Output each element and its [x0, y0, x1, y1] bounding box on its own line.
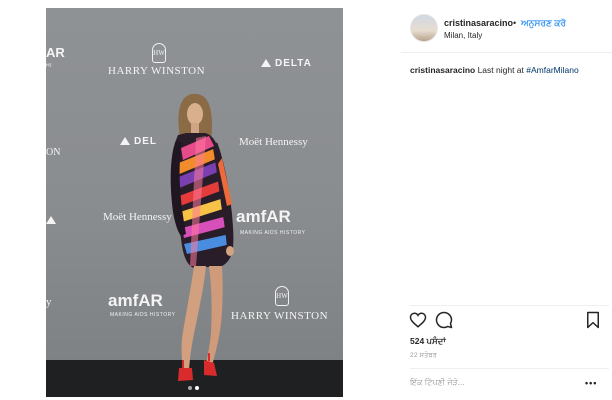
username-link[interactable]: cristinasaracino [444, 18, 513, 28]
likes-count[interactable]: 524 ਪਸੰਦਾਂ [410, 336, 446, 347]
comment-input[interactable]: ਇੱਕ ਟਿੱਪਣੀ ਜੋੜੋ... [410, 378, 464, 388]
post-sidebar: cristinasaracino • ਅਨੁਸਰਣ ਕਰੋ Milan, Ita… [401, 0, 612, 400]
caption-text: Last night at [475, 65, 527, 75]
bookmark-icon[interactable] [584, 311, 602, 329]
post-header: cristinasaracino • ਅਨੁਸਰਣ ਕਰੋ Milan, Ita… [401, 8, 612, 48]
avatar[interactable] [410, 14, 438, 42]
carousel-indicator[interactable] [188, 386, 199, 390]
comment-divider [410, 368, 609, 369]
follow-button[interactable]: ਅਨੁਸਰਣ ਕਰੋ [521, 18, 566, 29]
post-caption: cristinasaracino Last night at #AmfarMil… [410, 65, 579, 75]
carousel-dot[interactable] [188, 386, 192, 390]
comment-icon[interactable] [435, 311, 453, 329]
separator-dot: • [513, 18, 517, 28]
actions-divider [410, 305, 609, 306]
carousel-dot-active[interactable] [195, 386, 199, 390]
caption-username[interactable]: cristinasaracino [410, 65, 475, 75]
person-figure [170, 93, 234, 381]
more-options-icon[interactable]: ••• [585, 378, 597, 388]
instagram-post-view: AR HI HW HARRY WINSTON DELTA ON DEL Moët… [0, 0, 612, 400]
location-link[interactable]: Milan, Italy [444, 31, 482, 40]
heart-icon[interactable] [409, 311, 427, 329]
caption-hashtag[interactable]: #AmfarMilano [526, 65, 578, 75]
post-photo[interactable]: AR HI HW HARRY WINSTON DELTA ON DEL Moët… [46, 8, 343, 397]
action-bar [401, 311, 612, 331]
post-date: 22 ਸਤੰਬਰ [410, 352, 438, 359]
header-divider [401, 52, 612, 53]
